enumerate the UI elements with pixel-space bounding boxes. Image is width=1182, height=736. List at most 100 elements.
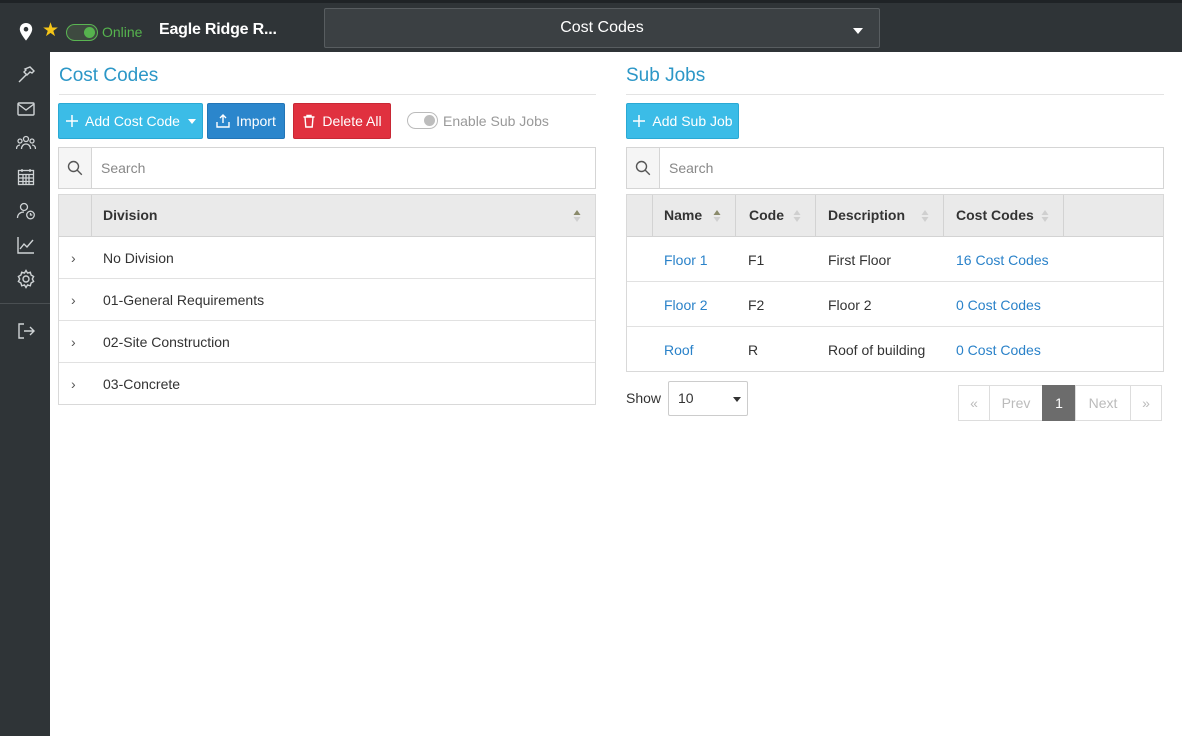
division-row[interactable]: › No Division [59, 237, 595, 279]
division-row[interactable]: › 02-Site Construction [59, 321, 595, 363]
gear-icon[interactable] [16, 269, 36, 289]
sub-job-cost-codes-link[interactable]: 0 Cost Codes [956, 342, 1041, 358]
add-sub-job-label: Add Sub Job [652, 113, 733, 129]
calendar-icon[interactable] [16, 167, 36, 187]
chevron-down-icon [853, 28, 863, 34]
delete-all-label: Delete All [322, 113, 382, 129]
chart-icon[interactable] [16, 235, 36, 255]
division-table: Division › No Division › 01-General Requ… [58, 194, 596, 405]
sub-job-description: Roof of building [828, 342, 926, 358]
sub-job-description: First Floor [828, 252, 891, 268]
add-cost-code-button[interactable]: Add Cost Code [58, 103, 203, 139]
division-row[interactable]: › 01-General Requirements [59, 279, 595, 321]
search-icon [627, 148, 660, 188]
favorite-star-icon[interactable]: ★ [42, 21, 59, 40]
chevron-right-icon[interactable]: › [71, 292, 76, 308]
page-size-select[interactable]: 10 [668, 381, 748, 416]
header-separator [1063, 195, 1064, 236]
sub-job-code: R [748, 342, 759, 358]
division-name: No Division [103, 250, 174, 266]
search-icon [59, 148, 92, 188]
users-icon[interactable] [15, 133, 37, 153]
enable-sub-jobs-label: Enable Sub Jobs [443, 113, 549, 129]
header-separator [735, 195, 736, 236]
plus-icon [633, 115, 646, 127]
division-name: 01-General Requirements [103, 292, 265, 308]
chevron-right-icon[interactable]: › [71, 376, 76, 392]
sub-jobs-divider [626, 94, 1164, 95]
upload-icon [216, 114, 230, 128]
cost-codes-column-header[interactable]: Cost Codes [956, 195, 1034, 236]
sub-job-description: Floor 2 [828, 297, 872, 313]
cost-codes-divider [59, 94, 596, 95]
online-toggle[interactable] [66, 24, 98, 41]
header-separator [652, 195, 653, 236]
sub-job-name-link[interactable]: Floor 2 [664, 297, 708, 313]
pagination: « Prev 1 Next » [958, 385, 1162, 421]
plus-icon [66, 115, 79, 127]
description-column-header[interactable]: Description [828, 195, 905, 236]
division-table-header: Division [59, 195, 595, 237]
table-row: Floor 2 F2 Floor 2 0 Cost Codes [627, 282, 1163, 327]
prev-page-button[interactable]: Prev [989, 385, 1043, 421]
header-separator [91, 195, 92, 236]
page-size-value: 10 [678, 390, 694, 406]
next-page-button[interactable]: Next [1075, 385, 1131, 421]
sidebar [0, 52, 50, 736]
sub-job-name-link[interactable]: Roof [664, 342, 694, 358]
division-name: 02-Site Construction [103, 334, 230, 350]
trash-icon [303, 114, 315, 128]
header-separator [815, 195, 816, 236]
sub-job-cost-codes-link[interactable]: 16 Cost Codes [956, 252, 1049, 268]
sub-jobs-search-input[interactable] [661, 148, 1161, 188]
sidebar-divider [0, 303, 50, 304]
sort-icon[interactable] [793, 209, 801, 223]
sort-asc-icon[interactable] [573, 209, 581, 223]
show-label: Show [626, 390, 662, 406]
sub-jobs-table-header: Name Code Description Cost Codes [627, 195, 1163, 237]
page-1-button[interactable]: 1 [1042, 385, 1076, 421]
cost-codes-search [58, 147, 596, 189]
user-clock-icon[interactable] [16, 201, 36, 221]
add-cost-code-label: Add Cost Code [85, 113, 180, 129]
online-status-label: Online [102, 24, 143, 40]
last-page-button[interactable]: » [1130, 385, 1162, 421]
sub-jobs-search [626, 147, 1164, 189]
division-column-header[interactable]: Division [103, 195, 157, 236]
chevron-right-icon[interactable]: › [71, 250, 76, 266]
sub-jobs-title: Sub Jobs [626, 65, 706, 86]
first-page-button[interactable]: « [958, 385, 990, 421]
delete-all-button[interactable]: Delete All [293, 103, 391, 139]
import-label: Import [236, 113, 276, 129]
sub-job-code: F2 [748, 297, 765, 313]
page-selector-dropdown[interactable]: Cost Codes [324, 8, 880, 48]
sub-job-name-link[interactable]: Floor 1 [664, 252, 708, 268]
hammer-icon[interactable] [16, 65, 36, 85]
code-column-header[interactable]: Code [749, 195, 784, 236]
logout-icon[interactable] [16, 321, 36, 341]
sub-jobs-table: Name Code Description Cost Codes Floor 1… [626, 194, 1164, 372]
sort-asc-icon[interactable] [713, 209, 721, 223]
cost-codes-title: Cost Codes [59, 65, 159, 86]
header-separator [943, 195, 944, 236]
sub-job-cost-codes-link[interactable]: 0 Cost Codes [956, 297, 1041, 313]
sort-icon[interactable] [1041, 209, 1049, 223]
enable-sub-jobs-toggle[interactable] [407, 112, 438, 129]
table-row: Floor 1 F1 First Floor 16 Cost Codes [627, 237, 1163, 282]
sort-icon[interactable] [921, 209, 929, 223]
top-bar: ★ Online Eagle Ridge R... Cost Codes [0, 0, 1182, 52]
chevron-right-icon[interactable]: › [71, 334, 76, 350]
sub-job-code: F1 [748, 252, 765, 268]
cost-codes-search-input[interactable] [93, 148, 593, 188]
project-name[interactable]: Eagle Ridge R... [159, 21, 277, 39]
name-column-header[interactable]: Name [664, 195, 702, 236]
caret-down-icon [187, 118, 196, 124]
location-pin-icon[interactable] [19, 23, 33, 41]
add-sub-job-button[interactable]: Add Sub Job [626, 103, 739, 139]
division-row[interactable]: › 03-Concrete [59, 363, 595, 405]
import-button[interactable]: Import [207, 103, 285, 139]
mail-icon[interactable] [16, 99, 36, 119]
table-row: Roof R Roof of building 0 Cost Codes [627, 327, 1163, 372]
caret-down-icon [733, 397, 741, 402]
division-name: 03-Concrete [103, 376, 181, 392]
